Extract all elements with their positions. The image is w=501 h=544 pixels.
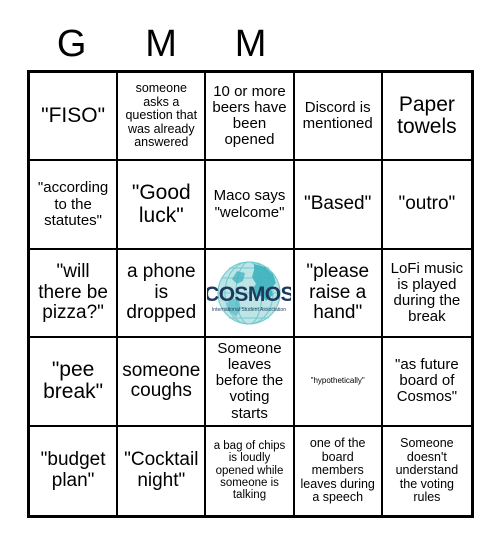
bingo-cell[interactable]: a phone is dropped <box>118 249 207 339</box>
bingo-cell-label: "pee break" <box>43 357 104 404</box>
bingo-cell-label: "as future board of Cosmos" <box>395 356 459 406</box>
header-letter-1: G <box>56 23 87 65</box>
bingo-cell-label: "according to the statutes" <box>37 179 109 229</box>
bingo-card: G M M "FISO" someone asks a question that… <box>0 0 501 544</box>
cosmos-globe-icon: COSMOSInternational Student Association <box>207 261 291 325</box>
bingo-cell-label: "budget plan" <box>40 449 106 491</box>
bingo-cell[interactable]: "according to the statutes" <box>30 161 119 250</box>
bingo-cell-label: LoFi music is played during the break <box>390 259 464 326</box>
cosmos-wordmark: COSMOS <box>207 283 291 306</box>
bingo-cell-label: a phone is dropped <box>126 261 197 324</box>
header-letter-4 <box>295 18 384 70</box>
bingo-cell[interactable]: "FISO" <box>30 73 119 162</box>
bingo-cell[interactable]: Paper towels <box>382 73 471 162</box>
bingo-cell[interactable]: "Good luck" <box>118 161 207 250</box>
bingo-cell-label: someone coughs <box>122 359 201 402</box>
bingo-cell[interactable]: "pee break" <box>30 338 119 427</box>
bingo-cell[interactable]: Discord is mentioned <box>294 73 383 162</box>
header-letter-5 <box>385 18 474 70</box>
bingo-cell-label: 10 or more beers have been opened <box>212 82 287 149</box>
bingo-cell[interactable]: "please raise a hand" <box>294 249 383 339</box>
cosmos-tagline: International Student Association <box>212 307 286 313</box>
bingo-cell-label: a bag of chips is loudly opened while so… <box>213 439 286 502</box>
bingo-cell[interactable]: "hypothetically" <box>294 338 383 427</box>
bingo-cell[interactable]: Someone doesn't understand the voting ru… <box>382 426 471 515</box>
header-letter-2: M <box>145 23 177 65</box>
bingo-cell-label: Someone doesn't understand the voting ru… <box>395 436 459 505</box>
bingo-cell[interactable]: "will there be pizza?" <box>30 249 119 339</box>
bingo-cell-label: "Based" <box>304 193 372 215</box>
bingo-cell-label: Paper towels <box>397 92 457 139</box>
bingo-cell-label: Discord is mentioned <box>302 99 373 133</box>
bingo-cell[interactable]: "budget plan" <box>30 426 119 515</box>
bingo-cell[interactable]: someone coughs <box>118 338 207 427</box>
bingo-cell-label: Someone leaves before the voting starts <box>215 339 284 422</box>
bingo-cell[interactable]: someone asks a question that was already… <box>118 73 207 162</box>
bingo-cell[interactable]: 10 or more beers have been opened <box>206 73 295 162</box>
bingo-cell-label: "FISO" <box>41 103 106 127</box>
bingo-cell-label: "hypothetically" <box>310 376 365 386</box>
header-letter-3: M <box>234 23 267 65</box>
bingo-cell[interactable]: LoFi music is played during the break <box>382 249 471 339</box>
bingo-cell[interactable]: Someone leaves before the voting starts <box>206 338 295 427</box>
bingo-cell-label: "Cocktail night" <box>124 449 199 491</box>
bingo-cell[interactable]: "as future board of Cosmos" <box>382 338 471 427</box>
bingo-cell-label: "will there be pizza?" <box>38 261 108 324</box>
bingo-cell[interactable]: one of the board members leaves during a… <box>294 426 383 515</box>
bingo-cell-label: "Good luck" <box>131 180 191 227</box>
bingo-cell[interactable]: "Based" <box>294 161 383 250</box>
bingo-header-letters: G M M <box>27 18 474 70</box>
bingo-cell-label: Maco says "welcome" <box>213 187 286 221</box>
bingo-cell-label: "outro" <box>398 193 456 215</box>
bingo-cell-label: someone asks a question that was already… <box>125 81 198 150</box>
cosmos-logo: COSMOS International Student Association <box>206 250 292 336</box>
bingo-cell[interactable]: "outro" <box>382 161 471 250</box>
bingo-cell-label: "please raise a hand" <box>306 261 370 324</box>
bingo-cell[interactable]: "Cocktail night" <box>118 426 207 515</box>
bingo-cell-free-logo[interactable]: COSMOS International Student Association <box>206 249 295 339</box>
bingo-grid: "FISO" someone asks a question that was a… <box>27 70 474 518</box>
bingo-cell[interactable]: Maco says "welcome" <box>206 161 295 250</box>
bingo-cell[interactable]: a bag of chips is loudly opened while so… <box>206 426 295 515</box>
bingo-cell-label: one of the board members leaves during a… <box>300 436 375 505</box>
